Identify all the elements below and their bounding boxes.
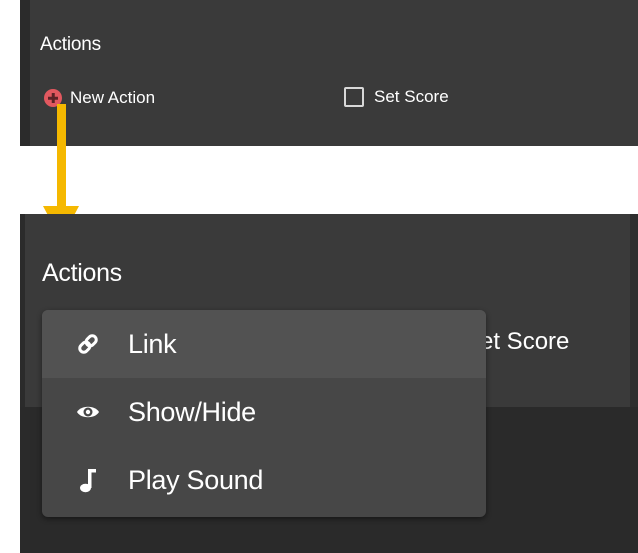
annotation-arrow-shaft [57, 104, 66, 209]
menu-item-label: Play Sound [128, 464, 264, 495]
eye-icon [75, 399, 101, 425]
panel-left-rail [20, 214, 25, 407]
music-note-icon [75, 467, 101, 493]
actions-title: Actions [40, 34, 101, 55]
panel-left-rail [20, 0, 30, 146]
actions-panel-before: Actions New Action Set Score [20, 0, 638, 146]
set-score-checkbox[interactable]: Set Score [344, 87, 449, 107]
actions-title: Actions [42, 259, 122, 287]
panel-right-rail [630, 214, 638, 407]
set-score-label: Set Score [374, 87, 449, 106]
menu-item-label: Link [128, 328, 177, 359]
menu-item-label: Show/Hide [128, 396, 256, 427]
menu-item-show-hide[interactable]: Show/Hide [42, 378, 486, 446]
checkbox-icon [344, 87, 364, 107]
new-action-dropdown-menu: Link Show/Hide Play Sound [42, 310, 486, 517]
menu-item-link[interactable]: Link [42, 310, 486, 378]
set-score-label-partial[interactable]: et Score [480, 328, 569, 356]
new-action-label: New Action [70, 88, 156, 107]
link-icon [75, 331, 101, 357]
menu-item-play-sound[interactable]: Play Sound [42, 446, 486, 514]
